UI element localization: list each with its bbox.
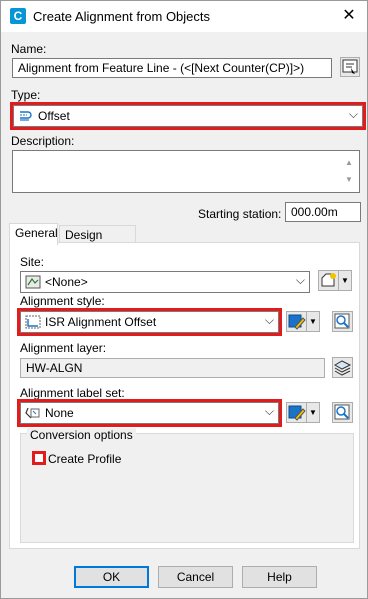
- new-site-icon: [321, 273, 336, 287]
- help-button[interactable]: Help: [242, 566, 317, 588]
- browse-style-button[interactable]: [332, 311, 353, 332]
- scroll-down-icon[interactable]: ▼: [345, 171, 353, 189]
- description-scrollbar[interactable]: ▲ ▼: [342, 151, 359, 192]
- starting-station-field[interactable]: 000.00m: [285, 202, 361, 222]
- edit-style-button[interactable]: [286, 311, 307, 332]
- chevron-down-icon: ⌵: [295, 273, 305, 287]
- site-value: <None>: [45, 275, 88, 289]
- ok-button[interactable]: OK: [74, 566, 149, 588]
- create-profile-label[interactable]: Create Profile: [48, 452, 121, 466]
- create-site-button[interactable]: [318, 270, 339, 291]
- cancel-button[interactable]: Cancel: [158, 566, 233, 588]
- browse-label-set-button[interactable]: [332, 402, 353, 423]
- style-options-dropdown[interactable]: ▼: [307, 311, 320, 332]
- site-icon: [25, 275, 41, 289]
- alignment-style-value: ISR Alignment Offset: [45, 315, 157, 329]
- magnifier-icon: [334, 313, 350, 329]
- offset-alignment-icon: [20, 111, 32, 121]
- chevron-down-icon: ⌵: [264, 313, 274, 327]
- create-alignment-dialog: C Create Alignment from Objects ✕ Name: …: [0, 0, 368, 599]
- conversion-options-group: [20, 433, 354, 543]
- chevron-down-icon: ⌵: [264, 404, 274, 418]
- layers-icon: [333, 360, 352, 376]
- description-field[interactable]: ▲ ▼: [12, 150, 360, 193]
- dialog-title: Create Alignment from Objects: [33, 9, 211, 24]
- alignment-style-label: Alignment style:: [20, 294, 105, 308]
- chevron-down-icon: ⌵: [348, 107, 358, 121]
- edit-style-icon: [288, 405, 306, 421]
- label-set-label: Alignment label set:: [20, 386, 125, 400]
- name-label: Name:: [11, 42, 47, 56]
- conversion-options-title: Conversion options: [27, 428, 136, 442]
- close-icon[interactable]: ✕: [337, 4, 361, 28]
- layer-button[interactable]: [332, 357, 353, 378]
- create-profile-checkbox[interactable]: [32, 451, 46, 465]
- name-template-button[interactable]: [340, 57, 360, 77]
- alignment-style-icon: [25, 315, 41, 329]
- label-set-value: None: [45, 406, 74, 420]
- label-set-options-dropdown[interactable]: ▼: [307, 402, 320, 423]
- alignment-layer-field: HW-ALGN: [20, 358, 325, 378]
- site-dropdown[interactable]: <None> ⌵: [20, 271, 310, 293]
- type-dropdown[interactable]: Offset ⌵: [10, 102, 366, 130]
- site-options-dropdown[interactable]: ▼: [339, 270, 352, 291]
- type-label: Type:: [11, 88, 41, 102]
- description-label: Description:: [11, 134, 75, 148]
- name-template-icon: [342, 59, 358, 74]
- magnifier-icon: [334, 404, 350, 420]
- starting-station-label: Starting station:: [198, 207, 282, 221]
- edit-label-set-button[interactable]: [286, 402, 307, 423]
- type-value: Offset: [38, 109, 70, 123]
- title-bar: C Create Alignment from Objects ✕: [1, 1, 367, 32]
- name-field[interactable]: Alignment from Feature Line - (<[Next Co…: [12, 58, 332, 78]
- edit-style-icon: [288, 314, 306, 330]
- tab-general[interactable]: General: [9, 223, 58, 245]
- label-set-dropdown[interactable]: None ⌵: [17, 399, 282, 427]
- alignment-style-dropdown[interactable]: ISR Alignment Offset ⌵: [17, 308, 282, 336]
- civil3d-app-icon: C: [10, 8, 26, 24]
- alignment-layer-label: Alignment layer:: [20, 341, 107, 355]
- scroll-up-icon[interactable]: ▲: [345, 154, 353, 172]
- label-set-icon: [25, 407, 40, 419]
- site-label: Site:: [20, 255, 45, 269]
